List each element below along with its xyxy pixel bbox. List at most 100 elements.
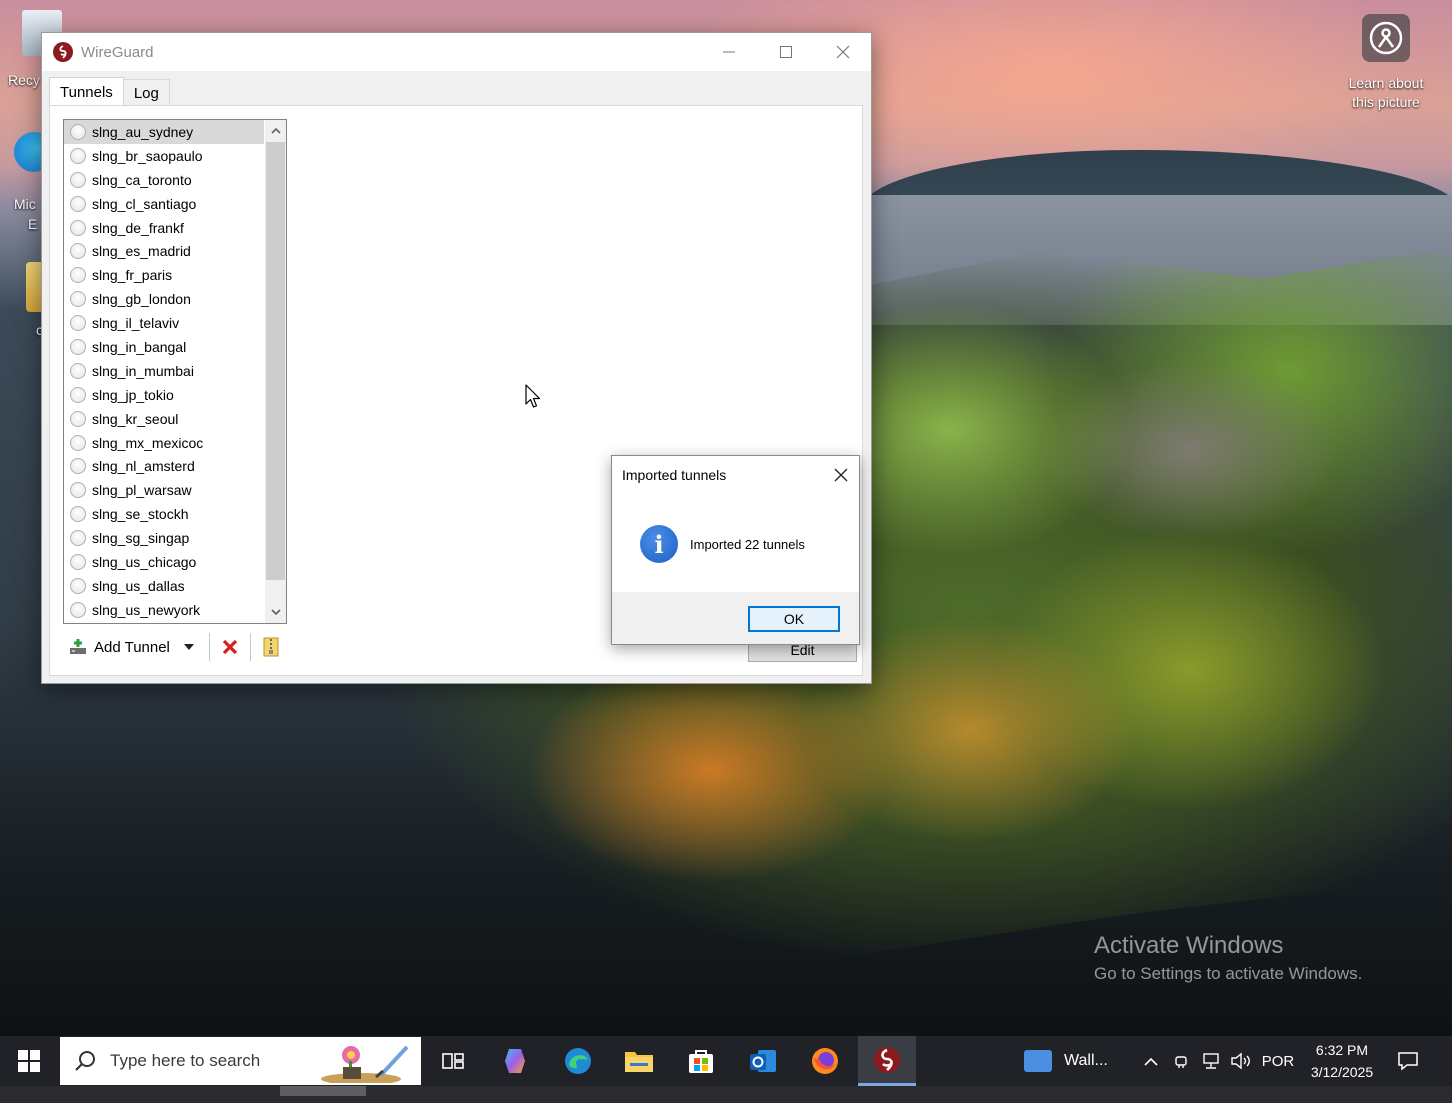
recycle-bin-label: Recy	[8, 72, 40, 88]
taskbar-store[interactable]	[676, 1036, 726, 1086]
taskbar-edge[interactable]	[553, 1036, 603, 1086]
taskbar-wireguard[interactable]	[858, 1036, 916, 1086]
tunnel-list-item[interactable]: slng_au_sydney	[64, 120, 264, 144]
tunnel-status-radio-icon	[70, 577, 86, 594]
tunnel-list-item[interactable]: slng_gb_london	[64, 287, 264, 311]
taskbar-file-explorer[interactable]	[614, 1036, 664, 1086]
delete-tunnel-button[interactable]	[219, 633, 241, 661]
tunnel-list-item[interactable]: slng_fr_paris	[64, 263, 264, 287]
copilot-icon	[505, 1049, 525, 1073]
start-button[interactable]	[0, 1036, 58, 1086]
network-icon[interactable]	[1199, 1036, 1223, 1086]
news-widget[interactable]: Wall...	[1024, 1036, 1108, 1086]
tunnel-list-item[interactable]: slng_ca_toronto	[64, 168, 264, 192]
tunnel-list-item[interactable]: slng_us_dallas	[64, 574, 264, 598]
title-bar[interactable]: WireGuard	[42, 33, 871, 71]
tunnel-list-item[interactable]: slng_in_mumbai	[64, 359, 264, 383]
export-tunnels-button[interactable]	[260, 633, 282, 661]
scroll-down-arrow-icon[interactable]	[265, 602, 286, 623]
search-icon	[75, 1051, 95, 1071]
tunnel-name: slng_se_stockh	[92, 506, 189, 523]
close-button[interactable]	[814, 33, 871, 71]
maximize-button[interactable]	[757, 33, 814, 71]
tab-strip: Tunnels Log	[49, 77, 170, 106]
volume-icon[interactable]	[1228, 1036, 1254, 1086]
delete-x-icon	[222, 639, 238, 655]
learn-about-picture-icon[interactable]	[1362, 14, 1410, 62]
tunnel-status-radio-icon	[70, 267, 86, 284]
tunnel-list-item[interactable]: slng_il_telaviv	[64, 311, 264, 335]
tunnel-list-item[interactable]: slng_in_bangal	[64, 335, 264, 359]
tunnel-list-item[interactable]: slng_sg_singap	[64, 526, 264, 550]
tunnel-name: slng_ca_toronto	[92, 171, 192, 188]
minimize-button[interactable]	[700, 33, 757, 71]
tunnel-list-item[interactable]: slng_jp_tokio	[64, 383, 264, 407]
tunnel-name: slng_br_saopaulo	[92, 147, 203, 164]
clock-date: 3/12/2025	[1310, 1064, 1374, 1080]
windows-logo-icon	[18, 1050, 40, 1072]
tunnel-status-radio-icon	[70, 195, 86, 212]
tunnel-status-radio-icon	[70, 601, 86, 618]
tunnel-list-item[interactable]: slng_us_chicago	[64, 550, 264, 574]
taskbar-copilot[interactable]	[491, 1036, 541, 1086]
tunnel-status-radio-icon	[70, 147, 86, 164]
tunnel-list[interactable]: slng_au_sydney slng_br_saopaulo slng_ca_to…	[63, 119, 287, 624]
mouse-cursor-icon	[525, 384, 541, 408]
tunnel-name: slng_es_madrid	[92, 243, 191, 260]
tunnel-status-radio-icon	[70, 458, 86, 475]
tunnel-status-radio-icon	[70, 219, 86, 236]
bottom-grip	[280, 1086, 366, 1096]
edge-label-2: E	[28, 216, 38, 232]
taskbar-firefox[interactable]	[800, 1036, 850, 1086]
tunnel-status-radio-icon	[70, 553, 86, 570]
tunnel-list-item[interactable]: slng_nl_amsterd	[64, 454, 264, 478]
bottom-strip	[0, 1086, 1452, 1103]
tunnel-name: slng_gb_london	[92, 291, 191, 308]
tab-log[interactable]: Log	[122, 79, 170, 106]
tunnel-list-item[interactable]: slng_pl_warsaw	[64, 478, 264, 502]
tunnel-status-radio-icon	[70, 362, 86, 379]
window-title: WireGuard	[81, 43, 154, 61]
task-view-button[interactable]	[428, 1036, 478, 1086]
scrollbar-thumb[interactable]	[266, 142, 285, 580]
tunnel-name: slng_in_mumbai	[92, 362, 194, 379]
activate-windows-title: Activate Windows	[1094, 932, 1284, 959]
news-label: Wall...	[1064, 1052, 1108, 1069]
learn-about-picture-label[interactable]: Learn about this picture	[1336, 74, 1436, 112]
tunnel-status-radio-icon	[70, 506, 86, 523]
tunnel-list-item[interactable]: slng_us_newyork	[64, 598, 264, 622]
taskbar-search-box[interactable]: Type here to search	[60, 1037, 421, 1085]
tunnel-name: slng_de_frankf	[92, 219, 184, 236]
tunnel-name: slng_us_dallas	[92, 577, 185, 594]
notifications-button[interactable]	[1390, 1036, 1426, 1086]
close-icon	[834, 468, 848, 482]
tunnel-list-item[interactable]: slng_kr_seoul	[64, 407, 264, 431]
tunnel-name: slng_sg_singap	[92, 530, 190, 547]
tunnel-list-scrollbar[interactable]	[265, 120, 286, 623]
wireguard-logo-icon	[874, 1046, 900, 1073]
dialog-close-button[interactable]	[826, 461, 856, 489]
outlook-icon	[750, 1050, 776, 1072]
tunnel-list-item[interactable]: slng_se_stockh	[64, 502, 264, 526]
tunnel-list-item[interactable]: slng_es_madrid	[64, 239, 264, 263]
ok-button[interactable]: OK	[748, 606, 840, 632]
taskbar-clock[interactable]: 6:32 PM 3/12/2025	[1300, 1039, 1384, 1083]
tunnel-list-item[interactable]: slng_de_frankf	[64, 216, 264, 240]
tunnel-list-item[interactable]: slng_cl_santiago	[64, 192, 264, 216]
tunnel-status-radio-icon	[70, 410, 86, 427]
tunnel-list-item[interactable]: slng_mx_mexicoc	[64, 431, 264, 455]
tab-tunnels[interactable]: Tunnels	[49, 77, 124, 106]
tunnel-list-item[interactable]: slng_br_saopaulo	[64, 144, 264, 168]
tunnel-name: slng_us_chicago	[92, 553, 197, 570]
add-tunnel-button[interactable]: Add Tunnel	[63, 632, 200, 662]
dialog-footer: OK	[612, 592, 859, 644]
taskbar-outlook[interactable]	[738, 1036, 788, 1086]
tunnel-status-radio-icon	[70, 530, 86, 547]
tunnel-list-items: slng_au_sydney slng_br_saopaulo slng_ca_to…	[64, 120, 264, 622]
input-language[interactable]: POR	[1258, 1036, 1298, 1086]
activate-windows-subtitle: Go to Settings to activate Windows.	[1094, 964, 1363, 983]
meet-now-icon[interactable]	[1170, 1036, 1192, 1086]
show-hidden-icons-button[interactable]	[1140, 1036, 1162, 1086]
chevron-down-icon[interactable]	[183, 642, 194, 653]
scroll-up-arrow-icon[interactable]	[265, 120, 286, 141]
